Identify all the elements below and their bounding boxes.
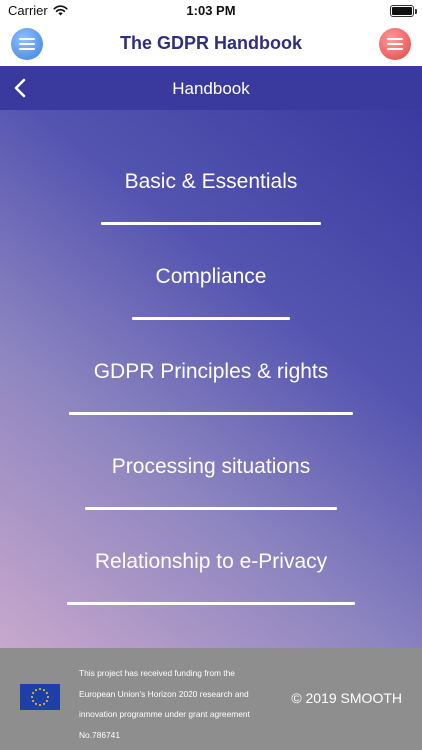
funding-line: No.786741 <box>79 729 120 740</box>
menu-item-label: Relationship to e-Privacy <box>94 550 328 573</box>
app-header: The GDPR Handbook <box>0 22 422 66</box>
copyright: © 2019 SMOOTH <box>291 690 402 706</box>
menu-item-processing-situations[interactable]: Processing situations <box>0 395 422 510</box>
menu-item-label: GDPR Principles & rights <box>93 360 329 383</box>
status-bar: Carrier 1:03 PM <box>0 0 422 22</box>
funding-line: This project has received funding from t… <box>79 668 235 678</box>
menu-item-underline <box>67 602 355 605</box>
battery-icon <box>390 5 417 17</box>
menu-item-label: Basic & Essentials <box>124 170 298 193</box>
nav-title: Handbook <box>172 79 250 98</box>
handbook-menu: Basic & Essentials Compliance GDPR Princ… <box>0 110 422 648</box>
menu-item-label: Processing situations <box>111 455 311 478</box>
right-menu-button[interactable] <box>379 28 411 60</box>
menu-item-label: Compliance <box>155 265 267 288</box>
footer: This project has received funding from t… <box>0 648 422 750</box>
nav-bar: Handbook <box>0 66 422 110</box>
menu-item-basic-essentials[interactable]: Basic & Essentials <box>0 110 422 225</box>
app-title: The GDPR Handbook <box>119 33 302 53</box>
menu-item-compliance[interactable]: Compliance <box>0 205 422 320</box>
menu-icon <box>387 38 403 40</box>
status-time: 1:03 PM <box>186 3 236 18</box>
funding-line: European Union's Horizon 2020 research a… <box>79 688 249 699</box>
menu-item-gdpr-principles-rights[interactable]: GDPR Principles & rights <box>0 300 422 415</box>
funding-notice: This project has received funding from t… <box>79 663 279 745</box>
funding-line: innovation programme under grant agreeme… <box>79 709 250 719</box>
eu-flag-icon <box>20 684 60 710</box>
menu-item-relationship-eprivacy[interactable]: Relationship to e-Privacy <box>0 490 422 605</box>
